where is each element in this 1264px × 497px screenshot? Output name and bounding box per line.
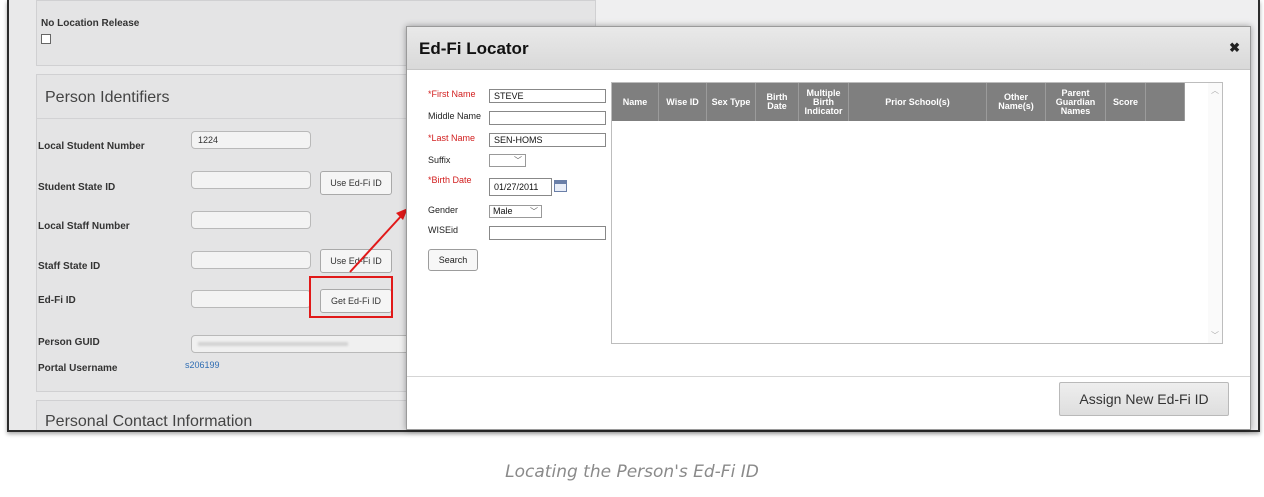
results-grid: Name Wise ID Sex Type Birth Date Multipl… [611, 82, 1223, 344]
wiseid-input[interactable] [489, 226, 606, 240]
grid-scrollbar[interactable]: ︿ ﹀ [1208, 83, 1222, 343]
search-button[interactable]: Search [428, 249, 478, 271]
calendar-icon[interactable] [554, 180, 567, 192]
suffix-label: Suffix [428, 155, 451, 165]
birth-date-label: *Birth Date [428, 175, 472, 185]
grid-header: Name Wise ID Sex Type Birth Date Multipl… [612, 83, 1185, 121]
scroll-up-icon[interactable]: ︿ [1211, 85, 1219, 96]
image-caption: Locating the Person's Ed-Fi ID [505, 462, 759, 482]
last-name-input[interactable]: SEN-HOMS [489, 133, 606, 147]
column-header[interactable]: Parent Guardian Names [1046, 83, 1106, 121]
column-header[interactable]: Other Name(s) [987, 83, 1046, 121]
scroll-down-icon[interactable]: ﹀ [1211, 330, 1219, 341]
column-header[interactable]: Prior School(s) [849, 83, 987, 121]
chevron-down-icon: ﹀ [514, 156, 522, 165]
last-name-label: *Last Name [428, 133, 476, 143]
wiseid-label: WISEid [428, 225, 459, 235]
birth-date-input[interactable]: 01/27/2011 [489, 178, 552, 196]
close-icon[interactable]: ✖ [1229, 40, 1240, 56]
modal-footer-divider [407, 376, 1250, 377]
column-header[interactable]: Multiple Birth Indicator [799, 83, 849, 121]
column-header[interactable]: Wise ID [659, 83, 707, 121]
modal-title: Ed-Fi Locator [419, 39, 529, 58]
column-header[interactable]: Name [612, 83, 659, 121]
gender-select[interactable]: Male ﹀ [489, 205, 542, 218]
column-header [1146, 83, 1185, 121]
ed-fi-locator-modal: Ed-Fi Locator ✖ *First Name STEVE Middle… [406, 26, 1251, 430]
modal-header: Ed-Fi Locator ✖ [407, 27, 1250, 70]
middle-name-label: Middle Name [428, 111, 482, 121]
suffix-select[interactable]: ﹀ [489, 154, 526, 167]
arrow-line [349, 213, 404, 273]
chevron-down-icon: ﹀ [530, 207, 538, 216]
first-name-label: *First Name [428, 89, 476, 99]
first-name-input[interactable]: STEVE [489, 89, 606, 103]
column-header[interactable]: Score [1106, 83, 1146, 121]
column-header[interactable]: Birth Date [756, 83, 799, 121]
gender-label: Gender [428, 205, 459, 215]
gender-value: Male [493, 206, 513, 216]
column-header[interactable]: Sex Type [707, 83, 756, 121]
assign-new-ed-fi-id-button[interactable]: Assign New Ed-Fi ID [1059, 382, 1229, 416]
middle-name-input[interactable] [489, 111, 606, 125]
